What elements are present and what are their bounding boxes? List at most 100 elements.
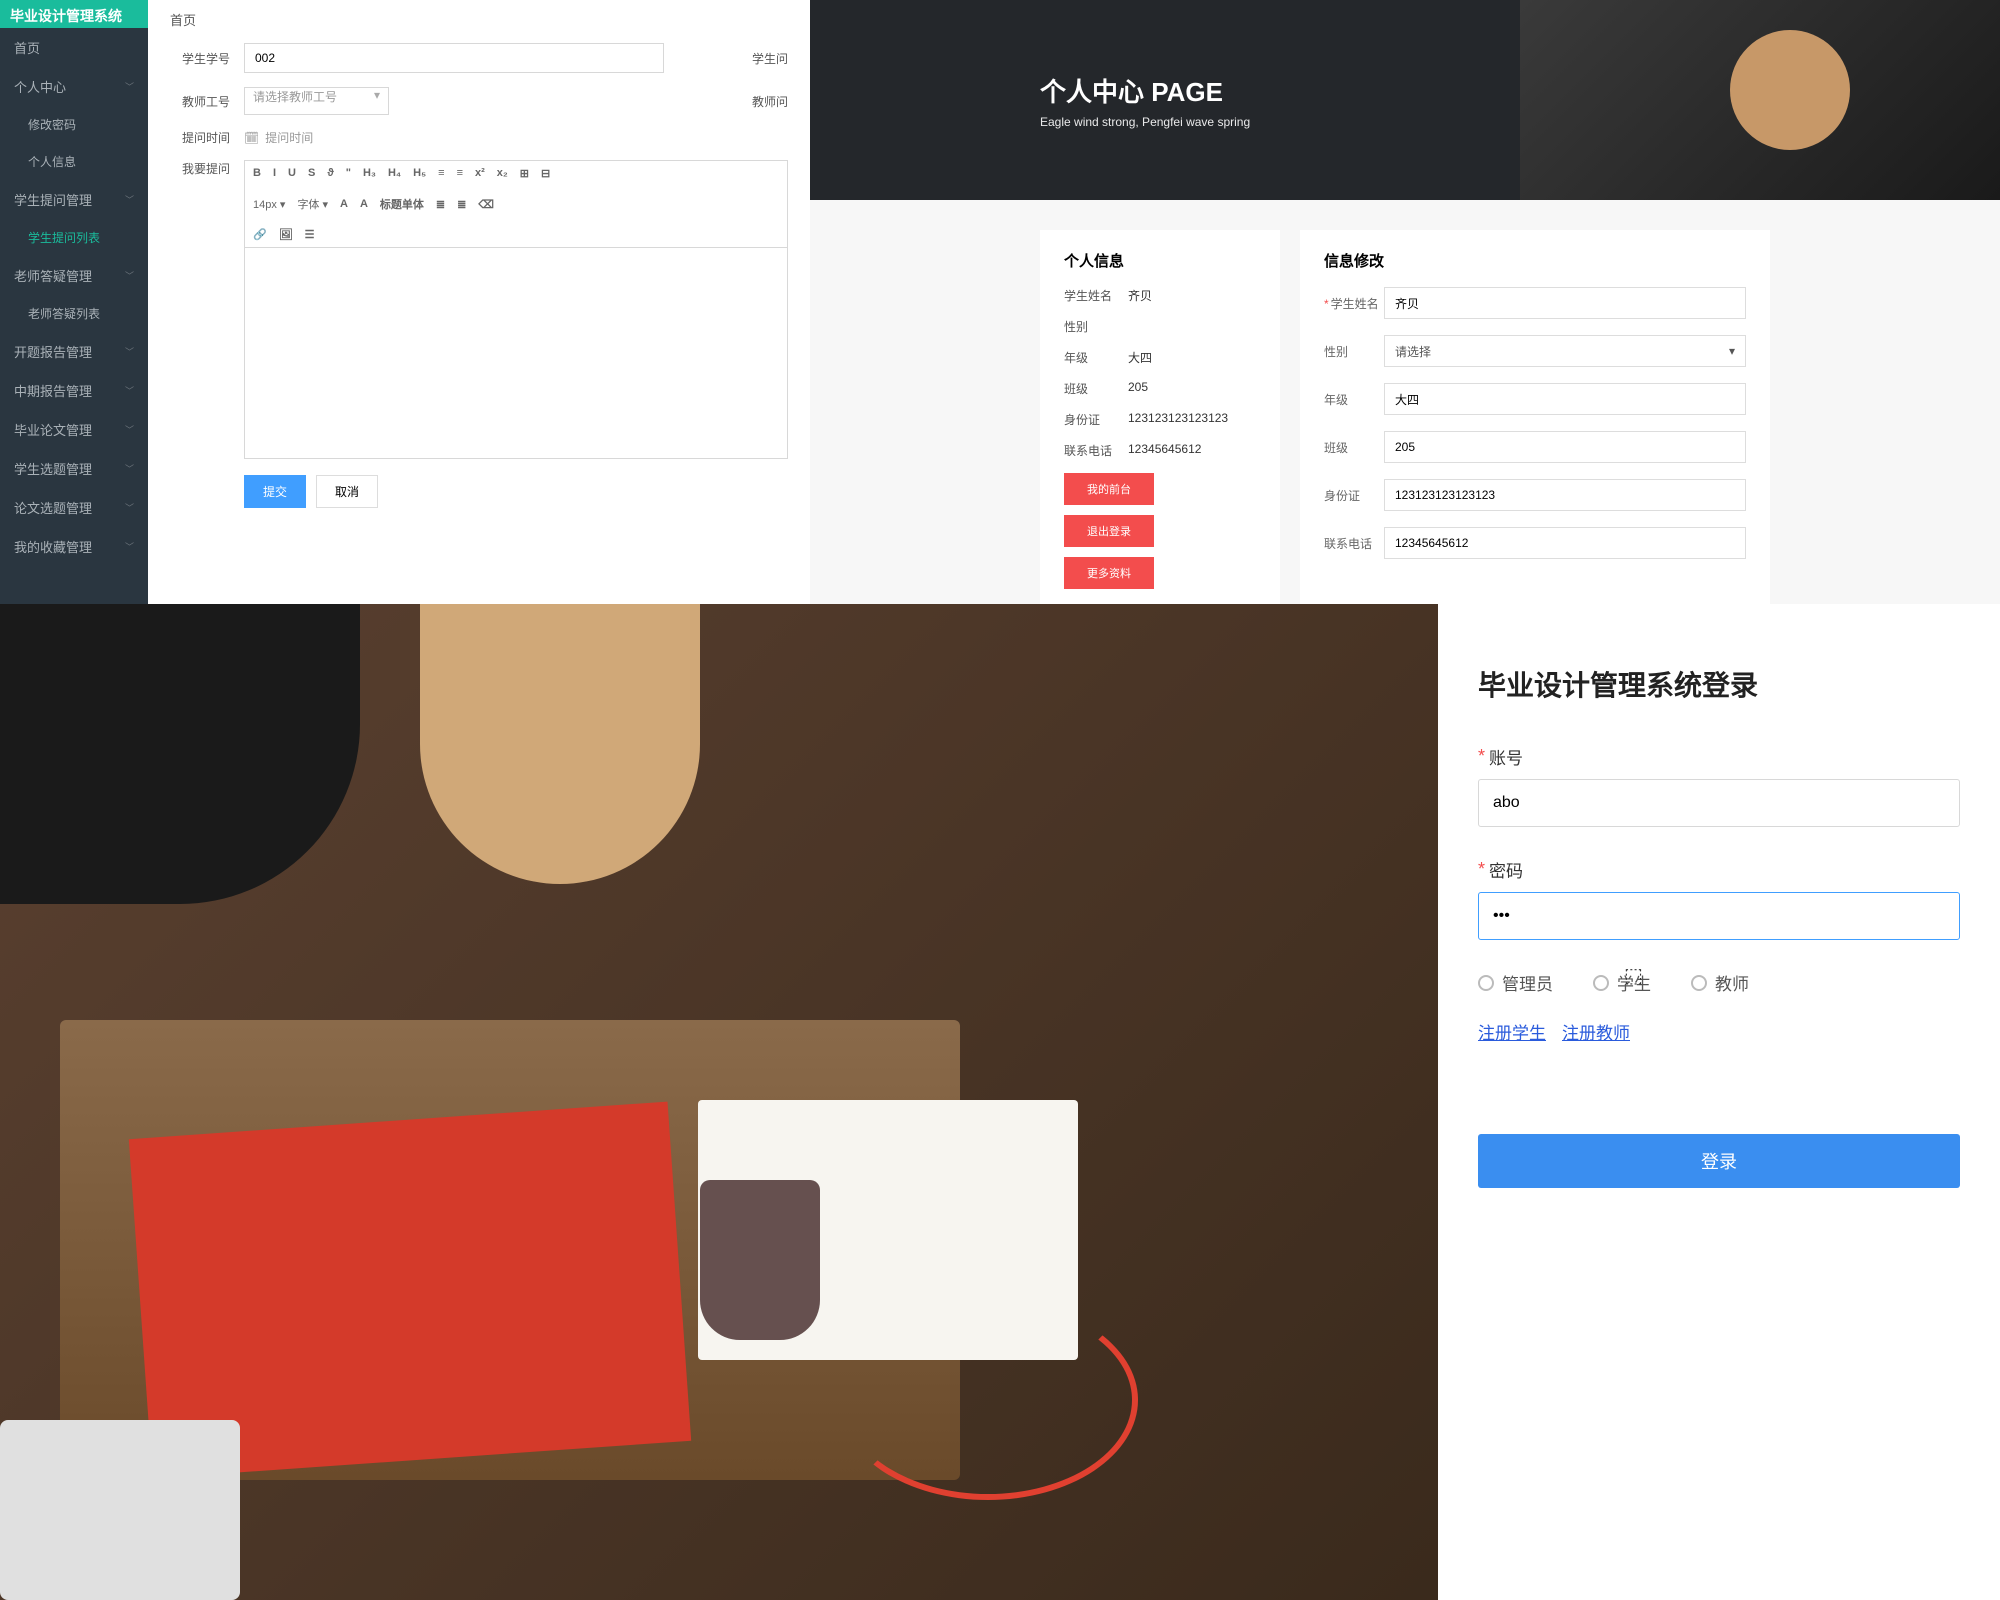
role-radio[interactable]: 管理员 [1478,970,1553,995]
editor-tool-icon[interactable]: ≡ [457,167,463,180]
cursor-icon: ⬚ [1624,963,1643,988]
main-content: 首页 学生学号 学生问 教师工号 请选择教师工号 教师问 提问时间 🗓提问时间 … [148,0,810,604]
form-label: 班级 [1324,439,1384,456]
login-form: 毕业设计管理系统登录 *账号 *密码 管理员学生教师 注册学生注册教师 登录 [1438,604,2000,1600]
info-label: 联系电话 [1064,442,1128,459]
editor-tool-icon[interactable]: I [273,167,276,180]
form-input[interactable] [1384,383,1746,415]
editor-tool-icon[interactable]: A [340,198,348,210]
question-time-label: 提问时间 [170,129,230,146]
register-link[interactable]: 注册教师 [1562,1019,1630,1044]
form-label: 年级 [1324,391,1384,408]
editor-tool-icon[interactable]: S [308,167,315,180]
form-row: 联系电话 [1324,527,1746,559]
login-hero-image [0,604,1438,1600]
radio-icon [1593,975,1609,991]
form-label: 联系电话 [1324,535,1384,552]
form-label: 身份证 [1324,487,1384,504]
cancel-button[interactable]: 取消 [316,475,378,508]
form-input[interactable] [1384,287,1746,319]
editor-tool-icon[interactable]: ⊟ [541,167,550,180]
info-value: 123123123123123 [1128,411,1228,428]
form-input[interactable] [1384,527,1746,559]
login-title: 毕业设计管理系统登录 [1478,664,1960,704]
editor-tool-icon[interactable]: ≣ [436,198,445,211]
editor-tool-icon[interactable]: ☰ [305,228,315,241]
teacher-id-select[interactable]: 请选择教师工号 [244,87,389,115]
form-input[interactable] [1384,479,1746,511]
profile-action-button[interactable]: 我的前台 [1064,473,1154,505]
editor-tool-icon[interactable]: 🔗 [253,228,267,241]
editor-tool-icon[interactable]: x₂ [497,167,508,180]
editor-tool-icon[interactable]: ≡ [438,167,444,180]
sidebar-item[interactable]: 首页 [0,28,148,67]
chevron-down-icon: ﹀ [125,80,134,93]
sidebar-item[interactable]: 我的收藏管理﹀ [0,527,148,566]
editor-tool-icon[interactable]: ϑ [327,167,333,180]
sidebar-item[interactable]: 论文选题管理﹀ [0,488,148,527]
sidebar-item[interactable]: 学生提问列表 [0,219,148,256]
form-input[interactable] [1384,431,1746,463]
question-time-placeholder[interactable]: 提问时间 [265,129,313,146]
login-button[interactable]: 登录 [1478,1134,1960,1188]
form-row: 身份证 [1324,479,1746,511]
breadcrumb: 首页 [170,10,788,29]
sidebar-item[interactable]: 学生提问管理﹀ [0,180,148,219]
editor-tool-icon[interactable]: ⌫ [478,198,494,211]
editor-tool-icon[interactable]: ⊞ [520,167,529,180]
sidebar-item[interactable]: 老师答疑列表 [0,295,148,332]
submit-button[interactable]: 提交 [244,475,306,508]
chevron-down-icon: ﹀ [125,384,134,397]
profile-action-button[interactable]: 退出登录 [1064,515,1154,547]
sidebar-item[interactable]: 毕业论文管理﹀ [0,410,148,449]
register-link[interactable]: 注册学生 [1478,1019,1546,1044]
editor-tool-icon[interactable]: H₃ [363,167,376,180]
sidebar-item[interactable]: 个人信息 [0,143,148,180]
info-edit-card: 信息修改 学生姓名性别请选择▾年级班级身份证联系电话 [1300,230,1770,619]
editor-tool-icon[interactable]: 🖼 [279,228,293,241]
editor-body[interactable] [245,248,787,458]
editor-tool-icon[interactable]: " [346,167,351,180]
editor-tool-icon[interactable]: B [253,167,261,180]
form-select[interactable]: 请选择▾ [1384,335,1746,367]
chevron-down-icon: ﹀ [125,269,134,282]
account-label: 账号 [1489,744,1523,769]
form-row: 年级 [1324,383,1746,415]
font-family-select[interactable]: 字体 ▾ [297,196,328,212]
sidebar-item[interactable]: 开题报告管理﹀ [0,332,148,371]
role-radio[interactable]: 教师 [1691,970,1749,995]
sidebar-item[interactable]: 中期报告管理﹀ [0,371,148,410]
info-label: 身份证 [1064,411,1128,428]
password-input[interactable] [1478,892,1960,940]
editor-tool-icon[interactable]: H₅ [413,167,426,180]
info-row: 班级205 [1064,380,1256,397]
info-value: 齐贝 [1128,287,1152,304]
sidebar: 毕业设计管理系统 首页个人中心﹀修改密码个人信息学生提问管理﹀学生提问列表老师答… [0,0,148,604]
editor-tool-icon[interactable]: A [360,198,368,210]
sidebar-item[interactable]: 老师答疑管理﹀ [0,256,148,295]
chevron-down-icon: ▾ [1729,344,1735,358]
card-title-info: 个人信息 [1064,250,1256,271]
chevron-down-icon: ﹀ [125,423,134,436]
student-id-label: 学生学号 [170,50,230,67]
sidebar-item[interactable]: 学生选题管理﹀ [0,449,148,488]
editor-tool-icon[interactable]: H₄ [388,167,401,180]
info-label: 年级 [1064,349,1128,366]
editor-tool-icon[interactable]: 标题单体 [380,196,424,212]
editor-tool-icon[interactable]: U [288,167,296,180]
info-row: 联系电话12345645612 [1064,442,1256,459]
personal-center-panel: 个人中心 PAGE Eagle wind strong, Pengfei wav… [810,0,2000,604]
student-id-input[interactable] [244,43,664,73]
info-label: 性别 [1064,318,1128,335]
sidebar-item[interactable]: 个人中心﹀ [0,67,148,106]
form-label: 学生姓名 [1324,295,1384,312]
info-value: 205 [1128,380,1148,397]
editor-tool-icon[interactable]: x² [475,167,485,180]
editor-tool-icon[interactable]: ≣ [457,198,466,211]
profile-action-button[interactable]: 更多资料 [1064,557,1154,589]
font-size-select[interactable]: 14px ▾ [253,198,285,211]
sidebar-item[interactable]: 修改密码 [0,106,148,143]
form-row: 学生姓名 [1324,287,1746,319]
account-input[interactable] [1478,779,1960,827]
question-content-label: 我要提问 [170,160,230,177]
